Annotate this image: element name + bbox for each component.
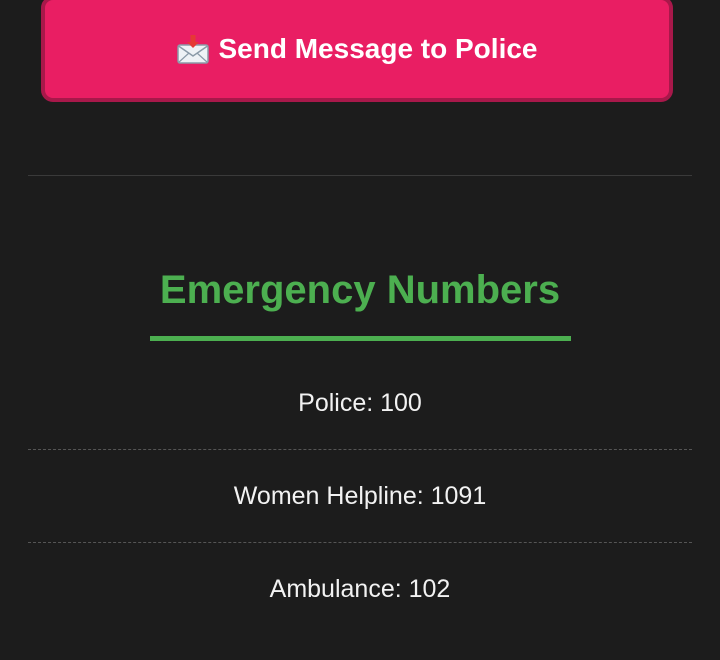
- emergency-numbers-list: Police: 100 Women Helpline: 1091 Ambulan…: [28, 357, 692, 636]
- emergency-number-ambulance: Ambulance: 102: [269, 575, 451, 603]
- emergency-number-police: Police: 100: [28, 357, 692, 450]
- heading-underline: [150, 336, 571, 341]
- section-divider: [28, 175, 692, 176]
- envelope-with-arrow-icon: [176, 34, 209, 64]
- emergency-numbers-heading: Emergency Numbers: [159, 268, 561, 312]
- send-message-to-police-button[interactable]: Send Message to Police: [41, 0, 673, 102]
- send-button-label: Send Message to Police: [218, 33, 538, 64]
- emergency-number-women-helpline: Women Helpline: 1091: [28, 450, 692, 543]
